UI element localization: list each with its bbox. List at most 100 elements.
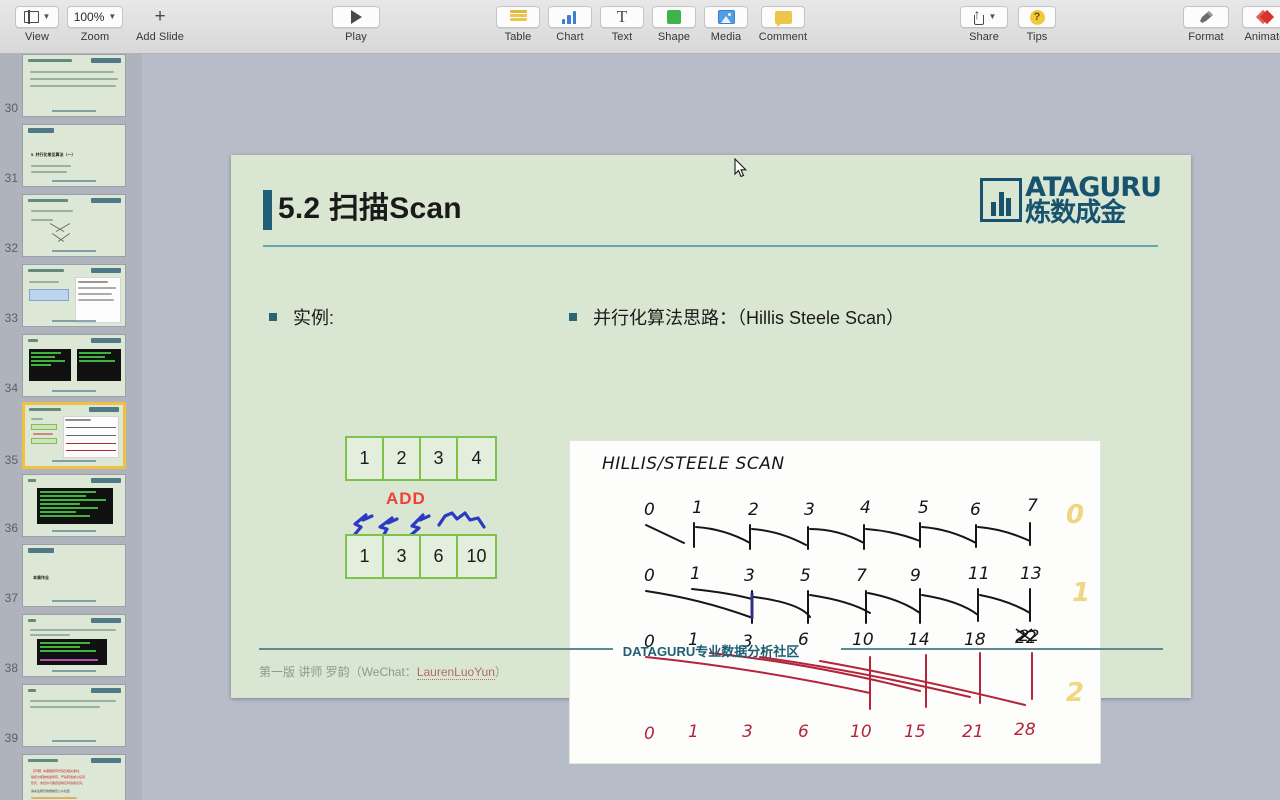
table-icon	[509, 10, 527, 24]
svg-text:21: 21	[962, 722, 984, 742]
logo-chinese: 炼数成金	[1025, 197, 1126, 227]
toolbar-inspector-group: Format Animate Document	[1178, 0, 1280, 43]
chart-label: Chart	[556, 31, 584, 43]
share-label: Share	[969, 31, 999, 43]
page-title: 5.2 扫描Scan	[278, 192, 462, 225]
slide-thumbnail[interactable]	[22, 474, 126, 537]
hillis-steele-diagram: HILLIS/STEELE SCAN 012 345 67 0 1 3 5 7 …	[602, 454, 1090, 744]
share-icon	[972, 6, 985, 25]
slide-thumbnail[interactable]: 【声明】本课程所有代码及相关素材， 版权为炼数成金所有，严禁转载或以任何 形式，…	[22, 754, 126, 800]
add-slide-button[interactable]: + Add Slide	[126, 0, 194, 43]
list-item[interactable]: 40 【声明】本课程所有代码及相关素材， 版权为炼数成金所有，严禁转载或以任何 …	[0, 754, 142, 800]
right-content-column[interactable]: 并行化算法思路：（Hillis Steele Scan） HILLIS/STEE…	[569, 307, 1159, 764]
slide-title-block[interactable]: 5.2 扫描Scan	[263, 188, 462, 230]
media-label: Media	[710, 31, 742, 43]
bullet-square-icon	[569, 313, 577, 321]
mouse-cursor	[734, 158, 748, 178]
chevron-down-icon: ▼	[108, 12, 117, 21]
format-button[interactable]: Format	[1178, 0, 1234, 43]
animate-diamond-icon	[1255, 9, 1275, 25]
text-button[interactable]: T Text	[596, 0, 648, 43]
list-item[interactable]: 36	[0, 474, 142, 537]
slide-thumbnail[interactable]	[22, 264, 126, 327]
array-cell: 10	[466, 546, 487, 566]
tips-button[interactable]: ? Tips	[1014, 0, 1060, 43]
animate-button[interactable]: Animate	[1234, 0, 1280, 43]
slide-editor[interactable]: 5.2 扫描Scan ATAGURU 炼数成金 实例: 1 2 3 4 ADD …	[231, 155, 1191, 764]
list-item[interactable]: 39	[0, 684, 142, 747]
title-divider	[263, 245, 1158, 247]
svg-text:10: 10	[850, 722, 872, 742]
list-item[interactable]: 37 本周作业	[0, 544, 142, 607]
svg-text:5: 5	[800, 566, 811, 586]
list-item[interactable]: 30	[0, 54, 142, 117]
slide-navigator[interactable]: 30 31 5. 并行化常见算法（一） 32 33 34 35 36 37 本周…	[0, 54, 142, 800]
list-item[interactable]: 33	[0, 264, 142, 327]
view-button[interactable]: ▼ View	[10, 0, 64, 43]
chart-button[interactable]: Chart	[544, 0, 596, 43]
right-heading-row: 并行化算法思路：（Hillis Steele Scan）	[569, 307, 1159, 329]
footer-note-suffix: ）	[494, 665, 507, 679]
slide-thumbnail[interactable]: 5. 并行化常见算法（一）	[22, 124, 126, 187]
svg-text:3: 3	[744, 566, 755, 586]
plus-icon: +	[154, 6, 166, 27]
shape-button[interactable]: Shape	[648, 0, 700, 43]
format-brush-icon	[1198, 10, 1215, 25]
svg-text:13: 13	[1020, 564, 1042, 584]
step-marker-2: 2	[1066, 678, 1084, 708]
left-content-column[interactable]: 实例: 1 2 3 4 ADD 1 3 6 10	[269, 307, 569, 579]
share-button[interactable]: ▼ Share	[954, 0, 1014, 43]
whiteboard-image[interactable]: HILLIS/STEELE SCAN 012 345 67 0 1 3 5 7 …	[569, 440, 1101, 764]
text-icon: T	[616, 7, 628, 26]
svg-text:7: 7	[1027, 496, 1038, 516]
shape-label: Shape	[657, 31, 691, 43]
toolbar-play-group: Play	[326, 0, 386, 43]
tips-icon: ?	[1029, 9, 1045, 25]
slide-thumbnail[interactable]	[22, 684, 126, 747]
svg-text:2: 2	[748, 500, 759, 520]
slide-number: 32	[4, 241, 18, 255]
add-slide-label: Add Slide	[136, 31, 184, 43]
slide-canvas-area[interactable]: 5.2 扫描Scan ATAGURU 炼数成金 实例: 1 2 3 4 ADD …	[142, 54, 1280, 800]
step-marker-0: 0	[1066, 500, 1084, 530]
array-cell: 3	[384, 536, 421, 577]
slide-thumbnail[interactable]	[22, 334, 126, 397]
view-label: View	[24, 31, 50, 43]
array-cell: 2	[384, 438, 421, 479]
svg-text:4: 4	[860, 498, 871, 518]
list-item[interactable]: 32	[0, 194, 142, 257]
slide-number: 36	[4, 521, 18, 535]
toolbar-left-group: ▼ View 100% ▼ Zoom + Add Slide	[10, 0, 194, 43]
app-toolbar: ▼ View 100% ▼ Zoom + Add Slide Play Tabl…	[0, 0, 1280, 54]
list-item[interactable]: 31 5. 并行化常见算法（一）	[0, 124, 142, 187]
slide-thumbnail[interactable]	[22, 194, 126, 257]
left-heading-row: 实例:	[269, 307, 569, 329]
list-item[interactable]: 38	[0, 614, 142, 677]
slide-thumbnail-selected[interactable]	[22, 402, 126, 469]
left-heading: 实例:	[293, 308, 335, 328]
title-accent-bar	[263, 190, 272, 230]
svg-text:1: 1	[688, 722, 699, 742]
array-cell: 1	[347, 536, 384, 577]
list-item[interactable]: 35	[0, 402, 142, 469]
toolbar-insert-group: Table Chart T Text Shape Media Comment	[492, 0, 814, 43]
svg-text:1: 1	[692, 498, 703, 518]
svg-text:1: 1	[690, 564, 701, 584]
media-button[interactable]: Media	[700, 0, 752, 43]
slide-number: 39	[4, 731, 18, 745]
slide-number: 34	[4, 381, 18, 395]
list-item[interactable]: 34	[0, 334, 142, 397]
slide-thumbnail[interactable]	[22, 614, 126, 677]
slide-thumbnail[interactable]	[22, 54, 126, 117]
play-button[interactable]: Play	[326, 0, 386, 43]
tips-label: Tips	[1026, 31, 1048, 43]
zoom-button[interactable]: 100% ▼ Zoom	[64, 0, 126, 43]
comment-button[interactable]: Comment	[752, 0, 814, 43]
chart-icon	[561, 10, 579, 24]
right-heading: 并行化算法思路：（Hillis Steele Scan）	[593, 308, 905, 328]
slide-thumbnail[interactable]: 本周作业	[22, 544, 126, 607]
comment-icon	[774, 10, 792, 27]
chevron-down-icon: ▼	[988, 12, 997, 21]
table-button[interactable]: Table	[492, 0, 544, 43]
toolbar-share-group: ▼ Share ? Tips	[954, 0, 1060, 43]
